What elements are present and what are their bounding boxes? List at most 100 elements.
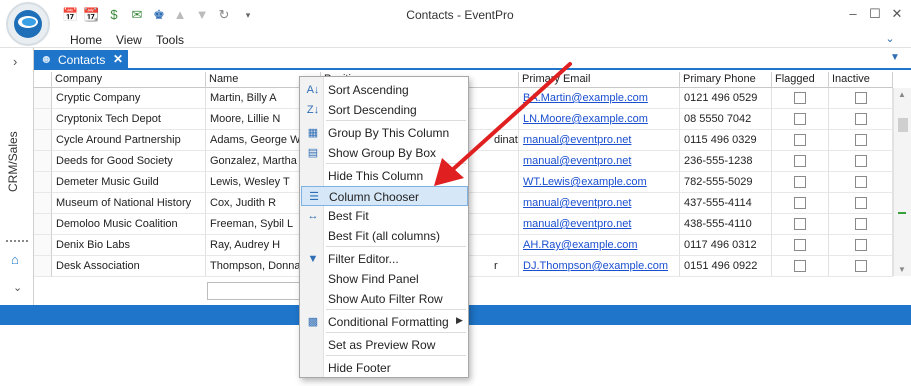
chevron-down-icon[interactable]: ⌄ bbox=[13, 281, 22, 294]
contacts-icon[interactable]: ♚ bbox=[151, 7, 167, 23]
cell-phone[interactable]: 0115 496 0329 bbox=[680, 130, 772, 151]
menu-item-hide-footer[interactable]: Hide Footer bbox=[301, 358, 468, 378]
cell-company[interactable]: Cycle Around Partnership bbox=[52, 130, 206, 151]
menu-item-set-as-preview-row[interactable]: Set as Preview Row bbox=[301, 335, 468, 355]
cell-phone[interactable]: 782-555-5029 bbox=[680, 172, 772, 193]
inactive-checkbox[interactable] bbox=[854, 155, 867, 167]
menu-item-filter-editor[interactable]: ▼ Filter Editor... bbox=[301, 249, 468, 269]
cell-phone[interactable]: 438-555-4110 bbox=[680, 214, 772, 235]
maximize-button[interactable]: ☐ bbox=[866, 6, 884, 22]
down-arrow-icon[interactable]: ▼ bbox=[194, 7, 210, 23]
cell-phone[interactable]: 437-555-4114 bbox=[680, 193, 772, 214]
expand-sidebar-icon[interactable]: › bbox=[13, 54, 17, 69]
email-text[interactable]: manual@eventpro.net bbox=[523, 197, 631, 209]
column-header-company[interactable]: Company bbox=[52, 72, 206, 88]
close-tab-icon[interactable]: ✕ bbox=[113, 52, 123, 66]
company-text: Deeds for Good Society bbox=[56, 155, 173, 167]
cell-company[interactable]: Demeter Music Guild bbox=[52, 172, 206, 193]
flagged-checkbox[interactable] bbox=[794, 239, 806, 251]
flagged-checkbox[interactable] bbox=[794, 176, 806, 188]
row-indicator[interactable] bbox=[34, 88, 52, 109]
flagged-checkbox[interactable] bbox=[794, 134, 806, 146]
cell-phone[interactable]: 0117 496 0312 bbox=[680, 235, 772, 256]
find-input[interactable] bbox=[207, 282, 301, 300]
tab-contacts[interactable]: ☻ Contacts ✕ bbox=[34, 50, 128, 70]
phone-text: 236-555-1238 bbox=[684, 155, 753, 167]
row-indicator[interactable] bbox=[34, 172, 52, 193]
scroll-thumb[interactable] bbox=[898, 118, 908, 132]
minimize-button[interactable]: – bbox=[844, 6, 862, 22]
menu-item-show-auto-filter-row[interactable]: Show Auto Filter Row bbox=[301, 289, 468, 309]
home-icon[interactable]: ⌂ bbox=[11, 252, 19, 267]
splitter-handle[interactable] bbox=[6, 240, 28, 242]
email-text[interactable]: DJ.Thompson@example.com bbox=[523, 260, 668, 272]
email-text[interactable]: AH.Ray@example.com bbox=[523, 239, 637, 251]
flagged-checkbox[interactable] bbox=[794, 113, 806, 125]
row-indicator[interactable] bbox=[34, 256, 52, 277]
cell-company[interactable]: Museum of National History bbox=[52, 193, 206, 214]
flagged-checkbox[interactable] bbox=[794, 218, 806, 230]
menu-home[interactable]: Home bbox=[70, 33, 102, 47]
cell-email[interactable]: DJ.Thompson@example.com bbox=[519, 256, 680, 277]
cell-company[interactable]: Demoloo Music Coalition bbox=[52, 214, 206, 235]
row-indicator[interactable] bbox=[34, 214, 52, 235]
menu-view[interactable]: View bbox=[116, 33, 142, 47]
cell-phone[interactable]: 236-555-1238 bbox=[680, 151, 772, 172]
calendar-grid-icon[interactable]: 📆 bbox=[83, 7, 99, 23]
menu-item-show-find-panel[interactable]: Show Find Panel bbox=[301, 269, 468, 289]
ribbon-expand-icon[interactable]: ⌄ bbox=[882, 32, 898, 46]
cell-phone[interactable]: 0151 496 0922 bbox=[680, 256, 772, 277]
menu-tools[interactable]: Tools bbox=[156, 33, 184, 47]
cell-email[interactable]: manual@eventpro.net bbox=[519, 214, 680, 235]
customize-toolbar-icon[interactable]: ▾ bbox=[240, 7, 256, 23]
up-arrow-icon[interactable]: ▲ bbox=[172, 7, 188, 23]
menu-item-best-fit[interactable]: ↔ Best Fit bbox=[301, 206, 468, 226]
column-header-flagged[interactable]: Flagged bbox=[772, 72, 829, 88]
vertical-scrollbar[interactable]: ▲ ▼ bbox=[893, 88, 911, 276]
refresh-icon[interactable]: ↻ bbox=[216, 7, 232, 23]
row-indicator[interactable] bbox=[34, 235, 52, 256]
calendar-icon[interactable]: 📅 bbox=[62, 7, 78, 23]
cell-company[interactable]: Denix Bio Labs bbox=[52, 235, 206, 256]
inactive-checkbox[interactable] bbox=[854, 134, 867, 146]
scroll-up-icon[interactable]: ▲ bbox=[898, 90, 906, 99]
menu-item-label: Best Fit bbox=[328, 209, 369, 223]
mail-icon[interactable]: ✉ bbox=[129, 7, 145, 23]
cell-company[interactable]: Desk Association bbox=[52, 256, 206, 277]
grid-corner[interactable] bbox=[34, 72, 52, 88]
flagged-checkbox[interactable] bbox=[794, 92, 806, 104]
cell-company[interactable]: Cryptonix Tech Depot bbox=[52, 109, 206, 130]
column-header-inactive[interactable]: Inactive bbox=[829, 72, 893, 88]
row-indicator[interactable] bbox=[34, 151, 52, 172]
flagged-checkbox[interactable] bbox=[794, 155, 806, 167]
inactive-checkbox[interactable] bbox=[854, 92, 867, 104]
sidebar-label[interactable]: CRM/Sales bbox=[2, 128, 32, 192]
cell-company[interactable]: Deeds for Good Society bbox=[52, 151, 206, 172]
menu-item-conditional-formatting[interactable]: ▩ Conditional Formatting ▶ bbox=[301, 312, 468, 332]
flagged-checkbox[interactable] bbox=[794, 197, 806, 209]
menu-item-best-fit-all-columns[interactable]: Best Fit (all columns) bbox=[301, 226, 468, 246]
row-indicator[interactable] bbox=[34, 130, 52, 151]
inactive-checkbox[interactable] bbox=[854, 197, 867, 209]
inactive-checkbox[interactable] bbox=[854, 260, 867, 272]
flagged-checkbox[interactable] bbox=[794, 260, 806, 272]
app-logo-icon[interactable] bbox=[6, 2, 50, 46]
inactive-checkbox[interactable] bbox=[854, 176, 867, 188]
cell-phone[interactable]: 08 5550 7042 bbox=[680, 109, 772, 130]
cell-phone[interactable]: 0121 496 0529 bbox=[680, 88, 772, 109]
column-header-primary-phone[interactable]: Primary Phone bbox=[680, 72, 772, 88]
row-indicator[interactable] bbox=[34, 193, 52, 214]
company-text: Demeter Music Guild bbox=[56, 176, 159, 188]
email-text[interactable]: manual@eventpro.net bbox=[523, 218, 631, 230]
close-window-button[interactable]: ✕ bbox=[888, 6, 906, 22]
row-indicator[interactable] bbox=[34, 109, 52, 130]
money-icon[interactable]: $ bbox=[106, 7, 122, 23]
tab-list-dropdown-icon[interactable]: ▼ bbox=[890, 52, 900, 63]
cell-email[interactable]: AH.Ray@example.com bbox=[519, 235, 680, 256]
inactive-checkbox[interactable] bbox=[854, 218, 867, 230]
cell-email[interactable]: manual@eventpro.net bbox=[519, 193, 680, 214]
inactive-checkbox[interactable] bbox=[854, 113, 867, 125]
scroll-down-icon[interactable]: ▼ bbox=[898, 265, 906, 274]
cell-company[interactable]: Cryptic Company bbox=[52, 88, 206, 109]
inactive-checkbox[interactable] bbox=[854, 239, 867, 251]
